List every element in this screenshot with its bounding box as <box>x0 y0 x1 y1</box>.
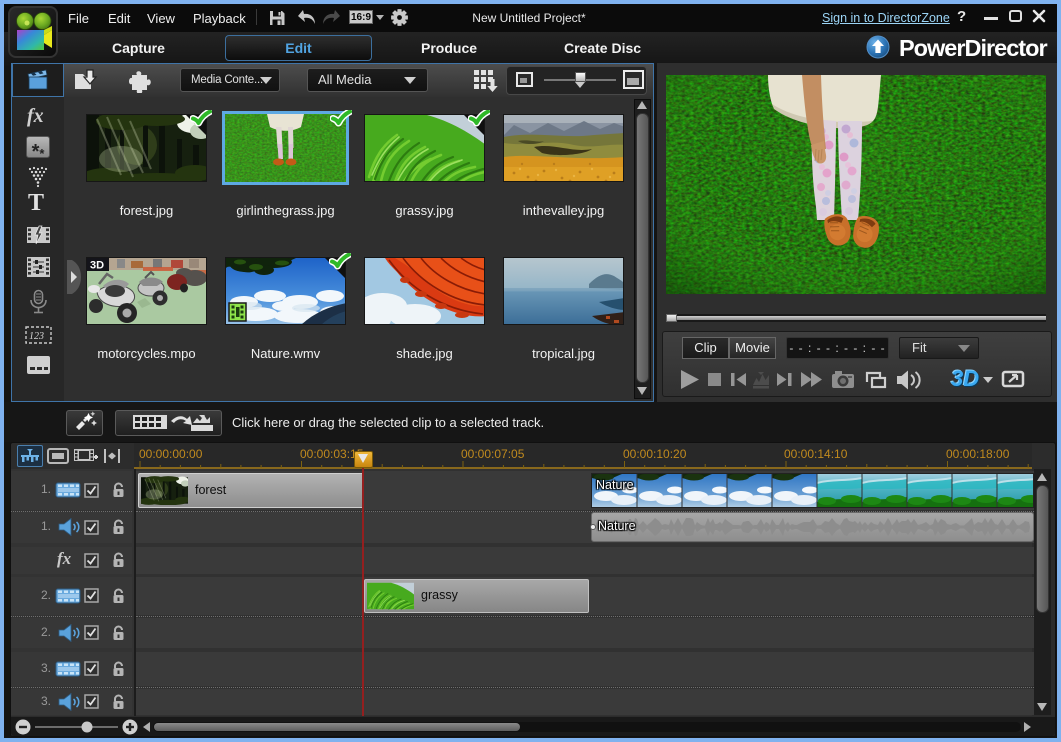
svg-text:3D: 3D <box>90 260 104 272</box>
svg-text:123: 123 <box>29 331 44 342</box>
